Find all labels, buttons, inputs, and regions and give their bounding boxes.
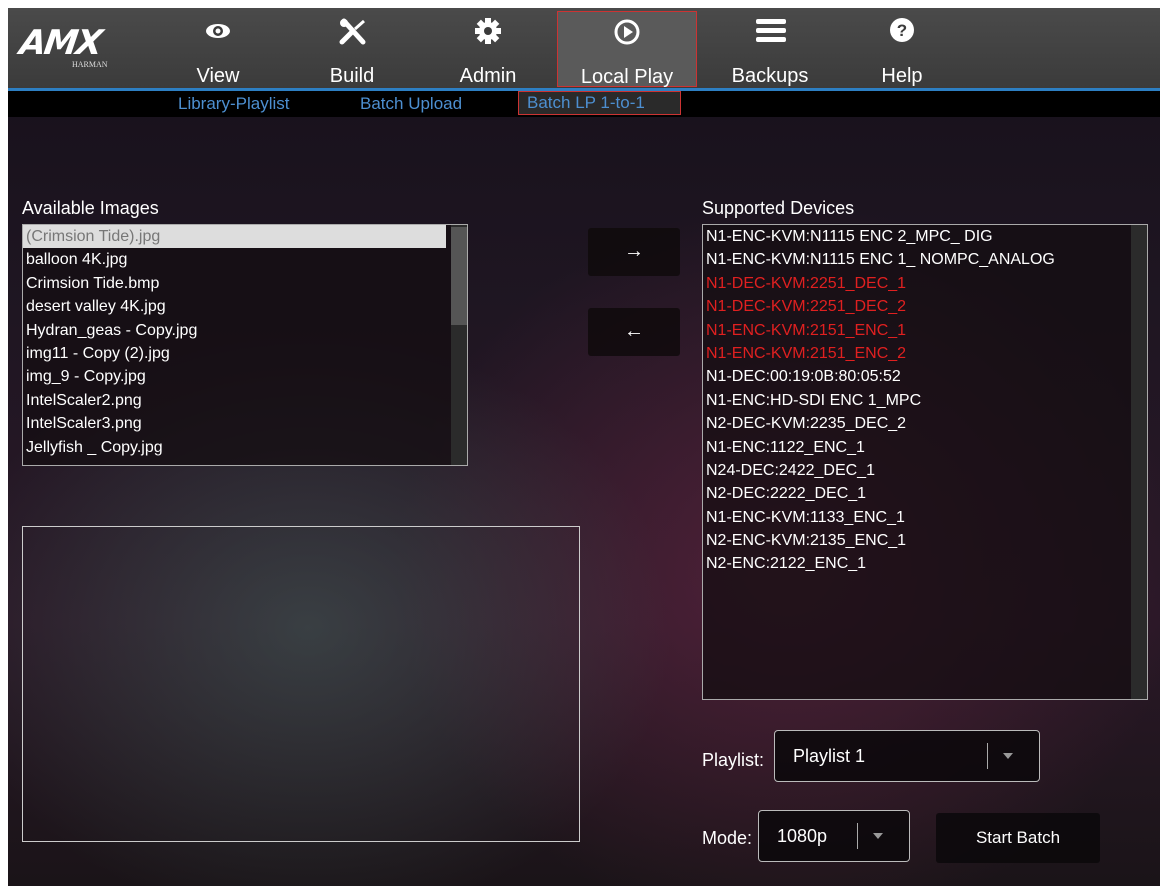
mode-value: 1080p	[777, 826, 828, 846]
tools-icon	[338, 17, 366, 45]
subtab-library-playlist[interactable]: Library-Playlist	[178, 94, 289, 114]
select-divider	[857, 823, 858, 849]
list-item[interactable]: N1-ENC-KVM:2151_ENC_2	[703, 342, 1147, 365]
list-item[interactable]: Hydran_geas - Copy.jpg	[23, 319, 467, 342]
nav-view-label: View	[196, 65, 240, 87]
scroll-thumb[interactable]	[451, 227, 467, 325]
available-images-scrollbar[interactable]	[451, 225, 467, 465]
list-item[interactable]: desert valley 4K.jpg	[23, 295, 467, 318]
nav-admin-label: Admin	[459, 65, 517, 87]
list-item[interactable]: N1-ENC-KVM:N1115 ENC 2_MPC_ DIG	[703, 225, 1147, 248]
move-left-button[interactable]: ←	[588, 308, 680, 356]
play-circle-icon	[613, 18, 641, 46]
nav-local-play[interactable]: Local Play	[557, 11, 697, 88]
list-item[interactable]: N1-ENC-KVM:2151_ENC_1	[703, 319, 1147, 342]
list-item[interactable]: N1-DEC:00:19:0B:80:05:52	[703, 365, 1147, 388]
list-item[interactable]: img_9 - Copy.jpg	[23, 365, 467, 388]
list-item[interactable]: N2-DEC:2222_DEC_1	[703, 482, 1147, 505]
list-item[interactable]: IntelScaler3.png	[23, 412, 467, 435]
playlist-select[interactable]: Playlist 1	[774, 730, 1040, 782]
app-frame: AMX HARMAN View Build Admin Local Play B…	[8, 8, 1160, 886]
supported-devices-title: Supported Devices	[702, 198, 855, 218]
nav-build-label: Build	[329, 65, 375, 87]
supported-devices-list[interactable]: N1-ENC-KVM:N1115 ENC 2_MPC_ DIG N1-ENC-K…	[702, 224, 1148, 700]
list-item[interactable]: N1-ENC-KVM:N1115 ENC 1_ NOMPC_ANALOG	[703, 248, 1147, 271]
sub-nav-bar: Library-Playlist Batch Upload Batch LP 1…	[8, 91, 1160, 117]
nav-backups-label: Backups	[731, 65, 809, 87]
available-images-title: Available Images	[22, 198, 159, 218]
list-item[interactable]: N1-ENC:HD-SDI ENC 1_MPC	[703, 389, 1147, 412]
nav-local-play-label: Local Play	[580, 66, 674, 88]
list-item[interactable]: Crimsion Tide.bmp	[23, 272, 467, 295]
list-item[interactable]: N1-ENC-KVM:1133_ENC_1	[703, 506, 1147, 529]
chevron-down-icon	[1003, 753, 1013, 759]
list-item[interactable]: IntelScaler2.png	[23, 389, 467, 412]
list-item[interactable]: N1-DEC-KVM:2251_DEC_2	[703, 295, 1147, 318]
list-item[interactable]: N2-ENC:2122_ENC_1	[703, 552, 1147, 575]
nav-help[interactable]: ? Help	[852, 11, 952, 87]
list-item[interactable]: balloon 4K.jpg	[23, 248, 467, 271]
chevron-down-icon	[873, 833, 883, 839]
question-icon: ?	[888, 17, 916, 45]
hamburger-icon	[756, 17, 786, 45]
list-item[interactable]: N2-ENC-KVM:2135_ENC_1	[703, 529, 1147, 552]
mode-label: Mode:	[702, 828, 753, 848]
start-batch-button[interactable]: Start Batch	[936, 813, 1100, 863]
supported-devices-scrollbar[interactable]	[1131, 225, 1147, 699]
move-right-button[interactable]: →	[588, 228, 680, 276]
amx-logo[interactable]: AMX HARMAN	[17, 23, 150, 69]
top-nav-bar: AMX HARMAN View Build Admin Local Play B…	[8, 8, 1160, 88]
subtab-batch-upload[interactable]: Batch Upload	[360, 94, 462, 114]
select-divider	[987, 743, 988, 769]
subtab-batch-lp-1-to-1[interactable]: Batch LP 1-to-1	[518, 91, 681, 115]
list-item[interactable]: (Crimsion Tide).jpg	[23, 225, 446, 249]
eye-icon	[204, 17, 232, 45]
playlist-value: Playlist 1	[793, 746, 866, 766]
nav-help-label: Help	[881, 65, 923, 87]
nav-admin[interactable]: Admin	[438, 11, 538, 87]
svg-text:?: ?	[897, 21, 907, 40]
logo-brand: AMX	[17, 23, 104, 63]
list-item[interactable]: img11 - Copy (2).jpg	[23, 342, 467, 365]
list-item[interactable]: N24-DEC:2422_DEC_1	[703, 459, 1147, 482]
mode-select[interactable]: 1080p	[758, 810, 910, 862]
logo-sub: HARMAN	[72, 60, 108, 69]
list-item[interactable]: Jellyfish _ Copy.jpg	[23, 436, 467, 459]
list-item[interactable]: N2-DEC-KVM:2235_DEC_2	[703, 412, 1147, 435]
list-item[interactable]: N1-ENC:1122_ENC_1	[703, 436, 1147, 459]
playlist-label: Playlist:	[702, 750, 765, 770]
gear-icon	[474, 17, 502, 45]
nav-view[interactable]: View	[168, 11, 268, 87]
available-images-list[interactable]: (Crimsion Tide).jpg balloon 4K.jpg Crims…	[22, 224, 468, 466]
list-item[interactable]: N1-DEC-KVM:2251_DEC_1	[703, 272, 1147, 295]
nav-backups[interactable]: Backups	[710, 11, 830, 87]
nav-build[interactable]: Build	[302, 11, 402, 87]
image-preview-area	[22, 526, 580, 842]
